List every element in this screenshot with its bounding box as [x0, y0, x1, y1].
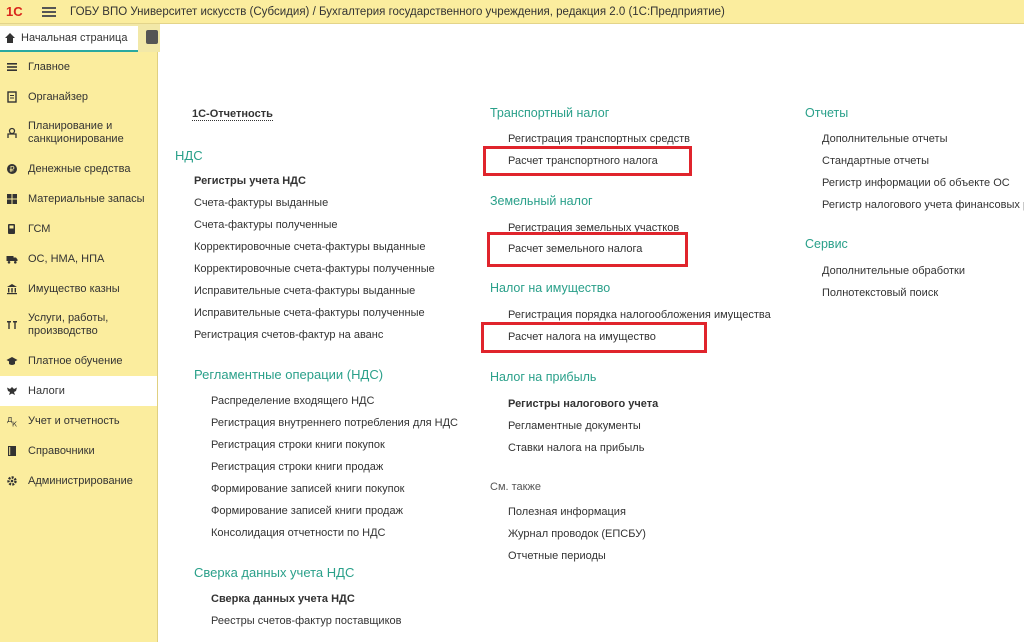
link-fix-invoices-issued[interactable]: Исправительные счета-фактуры выданные — [194, 285, 415, 297]
link-standard-reports[interactable]: Стандартные отчеты — [822, 155, 929, 167]
link-supplier-invoice-registers[interactable]: Реестры счетов-фактур поставщиков — [211, 615, 401, 627]
link-reg-op[interactable]: Регистрация строки книги продаж — [211, 461, 383, 473]
sidebar-item-main[interactable]: Главное — [0, 52, 157, 82]
planning-icon — [6, 127, 18, 139]
sidebar-item-materials[interactable]: Материальные запасы — [0, 184, 157, 214]
sidebar-item-money[interactable]: ₽ Денежные средства — [0, 154, 157, 184]
highlight-box — [487, 232, 688, 267]
fuel-icon — [6, 223, 18, 235]
svg-text:₽: ₽ — [9, 165, 14, 174]
link-invoices-received[interactable]: Счета-фактуры полученные — [194, 219, 338, 231]
notepad-icon — [6, 91, 18, 103]
link-nds-registers[interactable]: Регистры учета НДС — [194, 175, 306, 187]
section-header-transport: Транспортный налог — [490, 106, 610, 120]
sidebar-item-treasury[interactable]: Имущество казны — [0, 274, 157, 304]
gear-icon — [6, 475, 18, 487]
link-register-vehicles[interactable]: Регистрация транспортных средств — [508, 133, 690, 145]
book-icon — [6, 445, 18, 457]
sidebar-item-label: ГСМ — [28, 223, 51, 235]
link-reg-op[interactable]: Формирование записей книги покупок — [211, 483, 405, 495]
list-icon — [6, 61, 18, 73]
sidebar-item-education[interactable]: Платное обучение — [0, 346, 157, 376]
sidebar-item-label: Справочники — [28, 445, 95, 457]
section-header-reg-ops: Регламентные операции (НДС) — [194, 367, 384, 382]
link-financial-register[interactable]: Регистр налогового учета финансовых р — [822, 199, 1024, 211]
link-advance-invoices[interactable]: Регистрация счетов-фактур на аванс — [194, 329, 383, 341]
link-corr-invoices-issued[interactable]: Корректировочные счета-фактуры выданные — [194, 241, 425, 253]
link-reg-op[interactable]: Регистрация внутреннего потребления для … — [211, 417, 458, 429]
accounting-icon: ДК — [6, 415, 18, 427]
link-os-register[interactable]: Регистр информации об объекте ОС — [822, 177, 1010, 189]
sidebar-item-fuel[interactable]: ГСМ — [0, 214, 157, 244]
link-profit-tax-rates[interactable]: Ставки налога на прибыль — [508, 442, 644, 454]
link-register-property-order[interactable]: Регистрация порядка налогообложения имущ… — [508, 309, 771, 321]
window-title: ГОБУ ВПО Университет искусств (Субсидия)… — [70, 5, 725, 18]
section-header-land: Земельный налог — [490, 194, 593, 208]
menu-icon[interactable] — [42, 6, 56, 17]
sidebar-item-label: Учет и отчетность — [28, 415, 120, 427]
app-logo: 1С — [6, 4, 23, 19]
section-header-profit: Налог на прибыль — [490, 370, 597, 384]
link-useful-info[interactable]: Полезная информация — [508, 506, 626, 518]
link-reg-op[interactable]: Регистрация строки книги покупок — [211, 439, 385, 451]
sidebar-item-label: Органайзер — [28, 91, 89, 103]
link-fix-invoices-received[interactable]: Исправительные счета-фактуры полученные — [194, 307, 425, 319]
highlight-box — [481, 322, 707, 353]
link-additional-reports[interactable]: Дополнительные отчеты — [822, 133, 947, 145]
highlight-box — [483, 146, 692, 176]
link-reg-op[interactable]: Консолидация отчетности по НДС — [211, 527, 386, 539]
truck-icon — [6, 253, 18, 265]
building-icon — [6, 283, 18, 295]
link-reg-documents[interactable]: Регламентные документы — [508, 420, 641, 432]
section-header-nds: НДС — [175, 148, 203, 163]
sidebar-item-references[interactable]: Справочники — [0, 436, 157, 466]
link-additional-processing[interactable]: Дополнительные обработки — [822, 265, 965, 277]
sidebar-item-assets[interactable]: ОС, НМА, НПА — [0, 244, 157, 274]
graduation-icon — [6, 355, 18, 367]
link-reg-op[interactable]: Распределение входящего НДС — [211, 395, 374, 407]
link-periods[interactable]: Отчетные периоды — [508, 550, 606, 562]
sidebar-item-label: Налоги — [28, 385, 65, 397]
sidebar-item-planning[interactable]: Планирование и санкционирование — [0, 112, 157, 154]
sidebar-item-services[interactable]: Услуги, работы, производство — [0, 304, 157, 346]
link-fulltext-search[interactable]: Полнотекстовый поиск — [822, 287, 938, 299]
section-header-property: Налог на имущество — [490, 281, 611, 295]
money-icon: ₽ — [6, 163, 18, 175]
sidebar: Главное Органайзер Планирование и санкци… — [0, 52, 158, 642]
link-invoices-issued[interactable]: Счета-фактуры выданные — [194, 197, 328, 209]
sidebar-item-taxes[interactable]: Налоги — [0, 376, 157, 406]
report-button[interactable]: 1С-Отчетность — [192, 108, 273, 121]
sidebar-item-label: Главное — [28, 61, 71, 73]
sidebar-item-admin[interactable]: Администрирование — [0, 466, 157, 496]
document-tab-icon[interactable] — [146, 30, 158, 44]
sidebar-item-label: Денежные средства — [28, 163, 131, 175]
see-also-label: См. также — [490, 481, 541, 493]
link-tax-registers[interactable]: Регистры налогового учета — [508, 398, 658, 410]
link-journal[interactable]: Журнал проводок (ЕПСБУ) — [508, 528, 646, 540]
tools-icon — [6, 319, 18, 331]
sidebar-item-label: ОС, НМА, НПА — [28, 253, 105, 265]
sidebar-item-label: Материальные запасы — [28, 193, 145, 205]
section-header-reconcile: Сверка данных учета НДС — [194, 565, 355, 580]
sidebar-item-accounting[interactable]: ДК Учет и отчетность — [0, 406, 157, 436]
sidebar-item-label: Имущество казны — [28, 283, 120, 295]
eagle-icon — [6, 385, 18, 397]
tab-home[interactable]: Начальная страница — [0, 26, 138, 52]
sidebar-item-label: Планирование и санкционирование — [28, 120, 124, 145]
home-icon — [5, 33, 15, 43]
sidebar-item-organizer[interactable]: Органайзер — [0, 82, 157, 112]
link-reg-op[interactable]: Формирование записей книги продаж — [211, 505, 403, 517]
section-header-reports: Отчеты — [805, 106, 849, 120]
link-reconcile-nds[interactable]: Сверка данных учета НДС — [211, 593, 355, 605]
sidebar-item-label: Платное обучение — [28, 355, 123, 367]
sidebar-item-label: Услуги, работы, производство — [28, 312, 109, 337]
svg-text:К: К — [12, 421, 17, 428]
tab-home-label: Начальная страница — [21, 32, 128, 44]
title-bar: 1С ГОБУ ВПО Университет искусств (Субсид… — [0, 0, 1024, 24]
sidebar-item-label: Администрирование — [28, 475, 133, 487]
link-corr-invoices-received[interactable]: Корректировочные счета-фактуры полученны… — [194, 263, 435, 275]
section-header-service: Сервис — [805, 237, 848, 251]
grid-icon — [6, 193, 18, 205]
